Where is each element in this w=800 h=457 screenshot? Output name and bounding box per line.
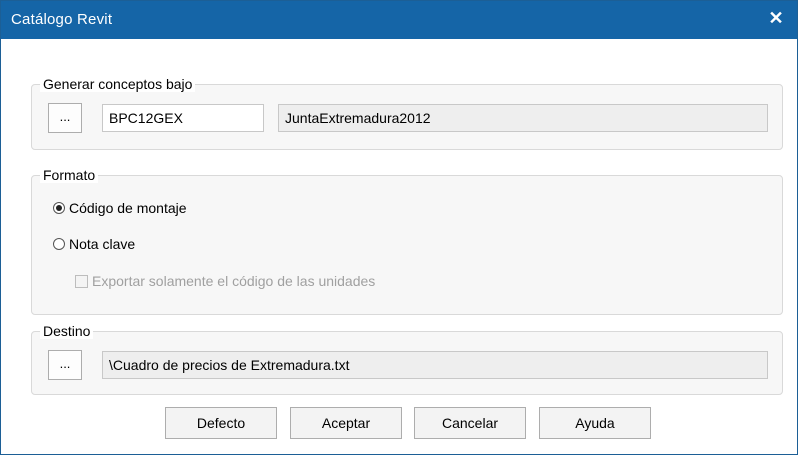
- window-title: Catálogo Revit: [11, 11, 113, 28]
- titlebar: Catálogo Revit ✕: [1, 1, 797, 39]
- catalogo-revit-dialog: Catálogo Revit ✕ Generar conceptos bajo …: [0, 0, 798, 455]
- cancelar-button[interactable]: Cancelar: [414, 407, 526, 439]
- destino-path-field[interactable]: \Cuadro de precios de Extremadura.txt: [102, 351, 768, 379]
- close-icon[interactable]: ✕: [765, 7, 787, 29]
- destino-group: Destino ... \Cuadro de precios de Extrem…: [31, 323, 783, 395]
- radio-unchecked-icon[interactable]: [53, 238, 65, 250]
- generar-conceptos-group: Generar conceptos bajo ... BPC12GEX Junt…: [31, 76, 783, 150]
- aceptar-button[interactable]: Aceptar: [290, 407, 402, 439]
- defecto-button[interactable]: Defecto: [165, 407, 277, 439]
- destino-browse-button[interactable]: ...: [48, 350, 82, 380]
- generar-browse-button[interactable]: ...: [48, 103, 82, 133]
- exportar-checkbox-row[interactable]: Exportar solamente el código de las unid…: [75, 270, 375, 292]
- name-field[interactable]: JuntaExtremadura2012: [278, 104, 768, 132]
- exportar-checkbox-label: Exportar solamente el código de las unid…: [92, 273, 376, 289]
- formato-group: Formato: [31, 167, 783, 315]
- radio-codigo-montaje[interactable]: Código de montaje: [53, 197, 187, 219]
- radio-codigo-montaje-label: Código de montaje: [69, 200, 187, 216]
- generar-conceptos-legend: Generar conceptos bajo: [40, 76, 196, 92]
- ayuda-button[interactable]: Ayuda: [539, 407, 651, 439]
- radio-nota-clave-label: Nota clave: [69, 236, 136, 252]
- code-field[interactable]: BPC12GEX: [102, 104, 264, 132]
- exportar-checkbox[interactable]: [75, 274, 88, 288]
- destino-legend: Destino: [40, 323, 94, 339]
- formato-legend: Formato: [40, 167, 99, 183]
- dialog-body: Generar conceptos bajo ... BPC12GEX Junt…: [1, 39, 797, 454]
- radio-nota-clave[interactable]: Nota clave: [53, 233, 135, 255]
- radio-checked-icon[interactable]: [53, 202, 65, 214]
